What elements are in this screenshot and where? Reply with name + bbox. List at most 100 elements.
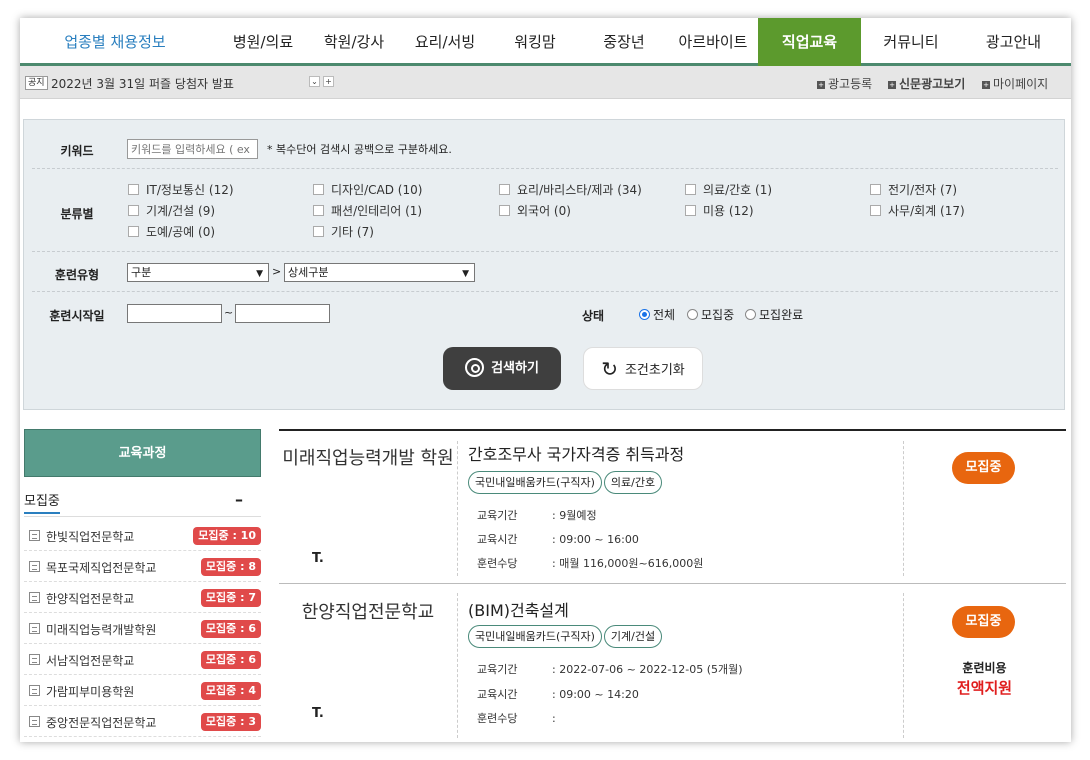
ad-register-link[interactable]: + 광고등록	[817, 75, 872, 92]
category-label-etc: 기타 (7)	[331, 225, 374, 239]
document-icon	[29, 685, 40, 696]
notice-tag: 공지	[25, 76, 48, 90]
notice-bar: 공지 2022년 3월 31일 퍼즐 당첨자 발표 ⌄ + + 광고등록 + 신문광…	[20, 66, 1071, 99]
course-listing[interactable]: 한양직업전문학교 T. (BIM)건축설계 국민내일배움카드(구직자) 기계/건설…	[279, 585, 1066, 742]
category-checkbox-machinery[interactable]: 기계/건설 (9)	[128, 202, 215, 219]
course-tag: 국민내일배움카드(구직자)	[468, 625, 602, 648]
sidebar-item[interactable]: 한빛직업전문학교 모집중 : 10	[24, 520, 261, 551]
page-frame: 업종별 채용정보 병원/의료 학원/강사 요리/서빙 워킹맘 중장년 아르바이트…	[0, 0, 1090, 760]
divider	[32, 168, 1058, 169]
course-title[interactable]: (BIM)건축설계	[468, 597, 569, 621]
category-checkbox-crafts[interactable]: 도예/공예 (0)	[128, 223, 215, 240]
status-badge: 모집중 : 3	[200, 713, 261, 731]
category-checkbox-beauty[interactable]: 미용 (12)	[685, 202, 754, 219]
status-option-recruiting: 모집중	[701, 308, 735, 322]
newspaper-ad-link[interactable]: + 신문광고보기	[888, 75, 965, 92]
plus-icon: +	[888, 81, 896, 89]
nav-brand-link[interactable]: 업종별 채용정보	[20, 18, 210, 66]
nav-item-ad-info[interactable]: 광고안내	[961, 18, 1066, 66]
reset-button[interactable]: ↻ 조건초기화	[583, 347, 703, 390]
divider	[457, 441, 458, 576]
checkbox-icon	[313, 184, 324, 195]
search-button[interactable]: 검색하기	[443, 347, 561, 390]
status-badge: 모집중	[952, 606, 1015, 638]
academy-phone: T.	[312, 706, 324, 721]
category-checkbox-cooking[interactable]: 요리/바리스타/제과 (34)	[499, 181, 642, 198]
info-key: 훈련수당	[477, 712, 518, 725]
status-badge: 모집중 : 10	[193, 527, 261, 545]
sidebar-item-label: 서남직업전문학교	[46, 654, 135, 668]
plus-icon: +	[817, 81, 825, 89]
status-badge: 모집중	[952, 452, 1015, 484]
category-checkbox-medical[interactable]: 의료/간호 (1)	[685, 181, 772, 198]
collapse-icon[interactable]: –	[235, 490, 243, 509]
training-type-label: 훈련유형	[54, 268, 100, 282]
info-value: : 2022-07-06 ~ 2022-12-05 (5개월)	[552, 663, 743, 676]
nav-item-part-time[interactable]: 아르바이트	[668, 18, 758, 66]
keyword-hint: * 복수단어 검색시 공백으로 구분하세요.	[267, 143, 452, 156]
course-info-allowance: 훈련수당:	[477, 710, 556, 726]
category-checkbox-electric[interactable]: 전기/전자 (7)	[870, 181, 957, 198]
checkbox-icon	[870, 184, 881, 195]
document-icon	[29, 592, 40, 603]
training-type-select[interactable]: 구분 ▼	[127, 263, 269, 282]
checkbox-icon	[313, 205, 324, 216]
nav-item-vocational-education[interactable]: 직업교육	[758, 18, 861, 66]
info-key: 교육시간	[477, 533, 518, 546]
notice-text[interactable]: 2022년 3월 31일 퍼즐 당첨자 발표	[51, 75, 234, 92]
date-separator: ~	[224, 306, 234, 319]
sidebar-item[interactable]: 한양직업전문학교 모집중 : 7	[24, 582, 261, 613]
training-detail-select[interactable]: 상세구분 ▼	[284, 263, 475, 282]
sidebar-item[interactable]: 중앙전문직업전문학교 모집중 : 3	[24, 706, 261, 737]
nav-item-cooking[interactable]: 요리/서빙	[400, 18, 490, 66]
start-date-to-input[interactable]	[235, 304, 330, 323]
info-key: 교육시간	[477, 688, 518, 701]
sidebar-title[interactable]: 교육과정	[24, 429, 261, 477]
checkbox-icon	[685, 205, 696, 216]
category-checkbox-language[interactable]: 외국어 (0)	[499, 202, 571, 219]
notice-more-button[interactable]: +	[323, 76, 334, 87]
sidebar-item[interactable]: 가람피부미용학원 모집중 : 4	[24, 675, 261, 706]
category-label-design: 디자인/CAD (10)	[331, 183, 423, 197]
category-checkbox-it[interactable]: IT/정보통신 (12)	[128, 181, 234, 198]
checkbox-icon	[499, 184, 510, 195]
info-value: : 09:00 ~ 14:20	[552, 688, 639, 701]
academy-name[interactable]: 미래직업능력개발 학원	[279, 446, 457, 472]
radio-selected-icon	[639, 309, 650, 320]
status-radio-recruiting[interactable]: 모집중	[687, 306, 734, 323]
notice-next-button[interactable]: ⌄	[309, 76, 320, 87]
sidebar-item[interactable]: 미래직업능력개발학원 모집중 : 6	[24, 613, 261, 644]
sidebar-item[interactable]: 목포국제직업전문학교 모집중 : 8	[24, 551, 261, 582]
nav-item-academy[interactable]: 학원/강사	[308, 18, 400, 66]
radio-icon	[745, 309, 756, 320]
nav-item-working-mom[interactable]: 워킹맘	[490, 18, 580, 66]
category-checkbox-design[interactable]: 디자인/CAD (10)	[313, 181, 422, 198]
category-checkbox-fashion[interactable]: 패션/인테리어 (1)	[313, 202, 422, 219]
course-title[interactable]: 간호조무사 국가자격증 취득과정	[468, 441, 684, 465]
keyword-input[interactable]	[127, 139, 258, 159]
nav-item-hospital[interactable]: 병원/의료	[218, 18, 308, 66]
nav-item-community[interactable]: 커뮤니티	[861, 18, 961, 66]
sidebar-item[interactable]: 서남직업전문학교 모집중 : 6	[24, 644, 261, 675]
status-option-all: 전체	[653, 308, 676, 322]
fee-label: 훈련비용	[962, 661, 1007, 675]
status-radio-closed[interactable]: 모집완료	[745, 306, 803, 323]
course-listing[interactable]: 미래직업능력개발 학원 T. 간호조무사 국가자격증 취득과정 국민내일배움카드…	[279, 431, 1066, 584]
my-page-link[interactable]: + 마이페이지	[982, 75, 1048, 92]
status-badge: 모집중 : 8	[200, 558, 261, 576]
course-info-allowance: 훈련수당: 매월 116,000원~616,000원	[477, 555, 703, 571]
status-radio-all[interactable]: 전체	[639, 306, 675, 323]
checkbox-icon	[128, 205, 139, 216]
browser-viewport: 업종별 채용정보 병원/의료 학원/강사 요리/서빙 워킹맘 중장년 아르바이트…	[20, 18, 1071, 742]
sidebar-subtitle[interactable]: 모집중	[24, 490, 60, 514]
category-checkbox-etc[interactable]: 기타 (7)	[313, 223, 374, 240]
academy-name[interactable]: 한양직업전문학교	[279, 600, 457, 626]
divider	[24, 516, 261, 517]
sidebar-item-label: 목포국제직업전문학교	[46, 561, 157, 575]
checkbox-icon	[313, 226, 324, 237]
academy-phone: T.	[312, 551, 324, 566]
fee-value: 전액지원	[956, 679, 1013, 697]
start-date-from-input[interactable]	[127, 304, 222, 323]
nav-item-middle-aged[interactable]: 중장년	[580, 18, 668, 66]
category-checkbox-office[interactable]: 사무/회계 (17)	[870, 202, 965, 219]
